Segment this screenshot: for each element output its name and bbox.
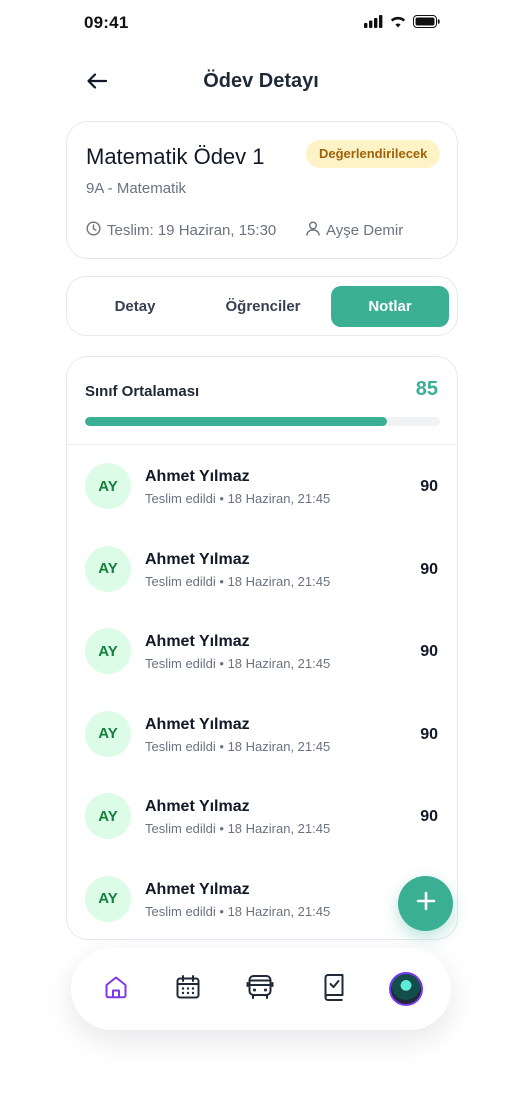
clock-icon bbox=[86, 221, 101, 240]
status-icons bbox=[364, 15, 440, 33]
status-badge: Değerlendirilecek bbox=[306, 140, 441, 168]
status-time: 09:41 bbox=[84, 13, 129, 32]
student-name: Ahmet Yılmaz bbox=[145, 798, 250, 815]
user-icon bbox=[306, 221, 320, 240]
class-average-progress bbox=[85, 417, 440, 426]
teacher: Ayşe Demir bbox=[306, 221, 403, 240]
student-row[interactable]: AY Ahmet Yılmaz Teslim edildi • 18 Haziran… bbox=[67, 457, 457, 540]
page-title: Ödev Detayı bbox=[203, 70, 319, 92]
student-name: Ahmet Yılmaz bbox=[145, 468, 250, 485]
battery-icon bbox=[413, 15, 440, 33]
due-date-text: Teslim: 19 Haziran, 15:30 bbox=[107, 222, 277, 239]
class-average-progress-fill bbox=[85, 417, 387, 426]
tab-detay[interactable]: Detay bbox=[75, 286, 195, 327]
student-row[interactable]: AY Ahmet Yılmaz Teslim edildi • 18 Haziran… bbox=[67, 540, 457, 623]
student-score: 90 bbox=[420, 725, 438, 743]
student-avatar: AY bbox=[85, 875, 131, 922]
assignment-meta: Teslim: 19 Haziran, 15:30 Ayşe Demir bbox=[86, 221, 403, 240]
student-submission-info: Teslim edildi • 18 Haziran, 21:45 bbox=[145, 491, 331, 506]
assignment-title: Matematik Ödev 1 bbox=[86, 144, 265, 169]
student-submission-info: Teslim edildi • 18 Haziran, 21:45 bbox=[145, 903, 331, 919]
class-average-value: 85 bbox=[415, 378, 438, 400]
nav-home[interactable] bbox=[99, 972, 133, 1006]
due-date: Teslim: 19 Haziran, 15:30 bbox=[86, 221, 276, 240]
student-score: 90 bbox=[420, 478, 438, 495]
student-name: Ahmet Yılmaz bbox=[145, 550, 250, 568]
student-score: 90 bbox=[420, 643, 438, 660]
student-score: 90 bbox=[420, 560, 438, 578]
student-name: Ahmet Yılmaz bbox=[145, 633, 250, 650]
student-row[interactable]: AY Ahmet Yılmaz Teslim edildi • 18 Haziran… bbox=[67, 787, 457, 870]
tab-bar: Detay Öğrenciler Notlar bbox=[66, 276, 458, 336]
student-row[interactable]: AY Ahmet Yılmaz Teslim edildi • 18 Haziran… bbox=[67, 705, 457, 788]
divider bbox=[67, 444, 457, 445]
student-score: 90 bbox=[420, 808, 438, 825]
student-avatar: AY bbox=[85, 463, 131, 509]
student-avatar: AY bbox=[85, 545, 131, 592]
student-submission-info: Teslim edildi • 18 Haziran, 21:45 bbox=[145, 738, 331, 754]
app-header: Ödev Detayı bbox=[0, 60, 522, 106]
bus-icon bbox=[246, 973, 274, 1006]
nav-profile-avatar[interactable] bbox=[389, 972, 423, 1006]
nav-bus[interactable] bbox=[243, 972, 277, 1006]
student-avatar: AY bbox=[85, 710, 131, 757]
assignment-class: 9A - Matematik bbox=[86, 180, 187, 197]
teacher-name: Ayşe Demir bbox=[326, 222, 404, 239]
tab-ogrenciler[interactable]: Öğrenciler bbox=[203, 286, 323, 327]
class-average-label: Sınıf Ortalaması bbox=[85, 383, 200, 400]
nav-homework[interactable] bbox=[317, 972, 351, 1006]
grades-card: Sınıf Ortalaması 85 AY Ahmet Yılmaz Teslim… bbox=[66, 356, 458, 940]
bottom-nav bbox=[71, 948, 451, 1030]
assignment-summary-card: Matematik Ödev 1 Değerlendirilecek 9A - … bbox=[66, 121, 458, 259]
add-grade-button[interactable] bbox=[398, 876, 453, 931]
nav-calendar[interactable] bbox=[171, 972, 205, 1006]
book-check-icon bbox=[321, 973, 347, 1006]
calendar-icon bbox=[175, 974, 201, 1005]
cellular-signal-icon bbox=[364, 15, 383, 33]
status-bar: 09:41 bbox=[0, 0, 522, 48]
student-avatar: AY bbox=[85, 628, 131, 674]
student-avatar: AY bbox=[85, 793, 131, 839]
tab-notlar[interactable]: Notlar bbox=[331, 286, 449, 327]
student-submission-info: Teslim edildi • 18 Haziran, 21:45 bbox=[145, 821, 331, 836]
home-icon bbox=[103, 974, 129, 1005]
homework-detail-screen: 09:41 Ödev Detayı Matematik Ödev 1 Değer… bbox=[0, 0, 522, 1111]
student-submission-info: Teslim edildi • 18 Haziran, 21:45 bbox=[145, 656, 331, 671]
student-submission-info: Teslim edildi • 18 Haziran, 21:45 bbox=[145, 573, 331, 589]
plus-icon bbox=[416, 891, 436, 916]
student-name: Ahmet Yılmaz bbox=[145, 880, 250, 898]
student-name: Ahmet Yılmaz bbox=[145, 715, 250, 733]
wifi-icon bbox=[389, 15, 407, 33]
student-row[interactable]: AY Ahmet Yılmaz Teslim edildi • 18 Haziran… bbox=[67, 622, 457, 705]
